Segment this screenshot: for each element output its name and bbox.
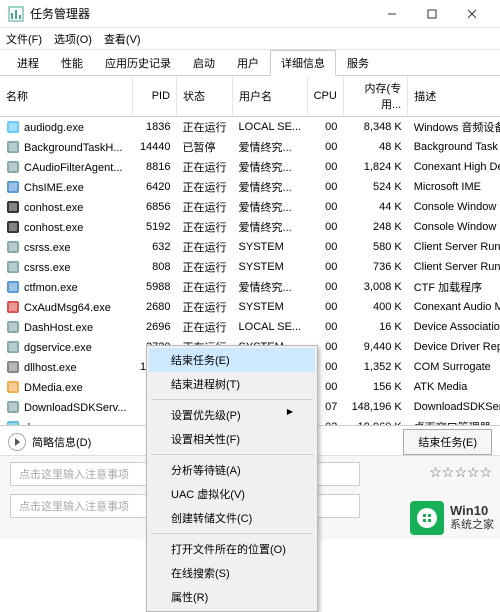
tab-4[interactable]: 用户 xyxy=(226,50,270,76)
menu-item[interactable]: 设置相关性(F) xyxy=(149,427,315,451)
menu-item[interactable]: 结束任务(E) xyxy=(149,348,315,372)
menu-item[interactable]: 结束进程树(T) xyxy=(149,372,315,396)
app-icon xyxy=(8,6,24,22)
menu-view[interactable]: 查看(V) xyxy=(104,31,141,47)
window-title: 任务管理器 xyxy=(30,5,372,22)
menu-options[interactable]: 选项(O) xyxy=(54,31,92,47)
menu-separator xyxy=(151,399,313,400)
menu-separator xyxy=(151,533,313,534)
console-icon xyxy=(6,200,20,214)
tab-5[interactable]: 详细信息 xyxy=(270,50,336,76)
process-row[interactable]: csrss.exe632正在运行SYSTEM00580 KClient Serv… xyxy=(0,237,500,257)
col-status[interactable]: 状态 xyxy=(177,76,233,117)
process-row[interactable]: conhost.exe6856正在运行爱情终究...0044 KConsole … xyxy=(0,197,500,217)
tab-0[interactable]: 进程 xyxy=(6,50,50,76)
close-button[interactable] xyxy=(452,1,492,27)
menu-item[interactable]: 打开文件所在的位置(O) xyxy=(149,537,315,561)
col-mem[interactable]: 内存(专用... xyxy=(343,76,407,117)
col-cpu[interactable]: CPU xyxy=(307,76,343,117)
process-row[interactable]: DashHost.exe2696正在运行LOCAL SE...0016 KDev… xyxy=(0,317,500,337)
menu-item[interactable]: UAC 虚拟化(V) xyxy=(149,482,315,506)
dll-icon xyxy=(6,360,20,374)
generic-icon xyxy=(6,260,20,274)
process-row[interactable]: BackgroundTaskH...14440已暂停爱情终究...0048 KB… xyxy=(0,137,500,157)
process-row[interactable]: CAudioFilterAgent...8816正在运行爱情终究...001,8… xyxy=(0,157,500,177)
menu-item[interactable]: 设置优先级(P)▶ xyxy=(149,403,315,427)
menu-item[interactable]: 属性(R) xyxy=(149,585,315,609)
generic-icon xyxy=(6,320,20,334)
submenu-arrow-icon: ▶ xyxy=(287,407,293,416)
process-row[interactable]: csrss.exe808正在运行SYSTEM00736 KClient Serv… xyxy=(0,257,500,277)
process-row[interactable]: conhost.exe5192正在运行爱情终究...00248 KConsole… xyxy=(0,217,500,237)
menu-item[interactable]: 在线搜索(S) xyxy=(149,561,315,585)
col-desc[interactable]: 描述 xyxy=(408,76,500,117)
brand-badge: Win10 系统之家 xyxy=(410,501,494,535)
rating-stars[interactable]: ☆☆☆☆☆ xyxy=(429,464,492,481)
tab-3[interactable]: 启动 xyxy=(182,50,226,76)
process-row[interactable]: CxAudMsg64.exe2680正在运行SYSTEM00400 KConex… xyxy=(0,297,500,317)
generic-icon xyxy=(6,140,20,154)
minimize-button[interactable] xyxy=(372,1,412,27)
atk-icon xyxy=(6,380,20,394)
process-row[interactable]: ChsIME.exe6420正在运行爱情终究...00524 KMicrosof… xyxy=(0,177,500,197)
process-row[interactable]: ctfmon.exe5988正在运行爱情终究...003,008 KCTF 加载… xyxy=(0,277,500,297)
menu-separator xyxy=(151,454,313,455)
cx-icon xyxy=(6,300,20,314)
col-name[interactable]: 名称 xyxy=(0,76,133,117)
col-pid[interactable]: PID xyxy=(133,76,177,117)
brand-line1: Win10 xyxy=(450,504,494,518)
menu-item[interactable]: 创建转储文件(C) xyxy=(149,506,315,530)
process-row[interactable]: audiodg.exe1836正在运行LOCAL SE...008,348 KW… xyxy=(0,117,500,138)
audio-icon xyxy=(6,120,20,134)
tab-2[interactable]: 应用历史记录 xyxy=(94,50,182,76)
brand-line2: 系统之家 xyxy=(450,518,494,532)
tab-1[interactable]: 性能 xyxy=(50,50,94,76)
menu-file[interactable]: 文件(F) xyxy=(6,31,42,47)
less-details[interactable]: 简略信息(D) xyxy=(32,434,91,450)
end-task-button[interactable]: 结束任务(E) xyxy=(403,429,492,455)
context-menu[interactable]: 结束任务(E)结束进程树(T) 设置优先级(P)▶设置相关性(F) 分析等待链(A)… xyxy=(146,345,318,612)
expand-icon[interactable] xyxy=(8,433,26,451)
col-user[interactable]: 用户名 xyxy=(233,76,308,117)
console-icon xyxy=(6,220,20,234)
ctf-icon xyxy=(6,280,20,294)
tab-6[interactable]: 服务 xyxy=(336,50,380,76)
generic-icon xyxy=(6,160,20,174)
brand-logo-icon xyxy=(410,501,444,535)
generic-icon xyxy=(6,340,20,354)
generic-icon xyxy=(6,400,20,414)
menu-item[interactable]: 分析等待链(A) xyxy=(149,458,315,482)
maximize-button[interactable] xyxy=(412,1,452,27)
generic-icon xyxy=(6,240,20,254)
ime-icon xyxy=(6,180,20,194)
